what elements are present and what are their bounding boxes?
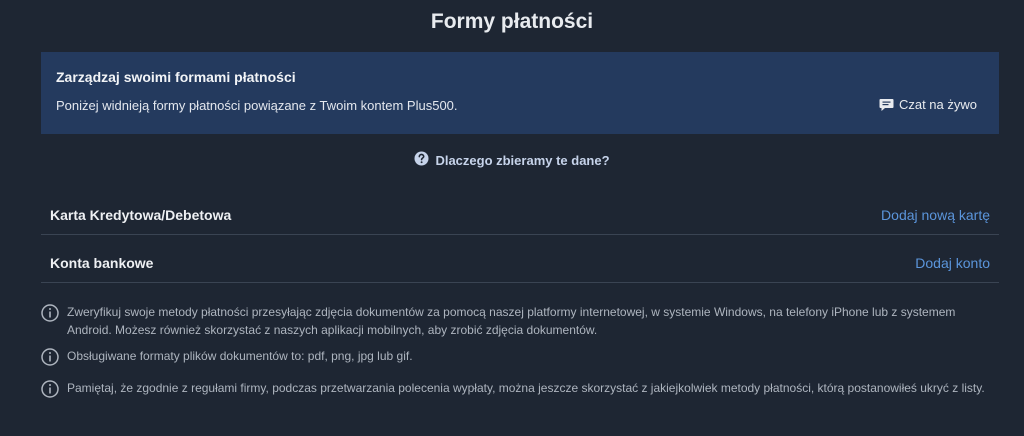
live-chat-label: Czat na żywo [898, 97, 977, 112]
info-icon [41, 380, 59, 403]
info-icon [41, 304, 59, 327]
page-title: Formy płatności [430, 10, 594, 33]
method-row-card: Karta Kredytowa/Debetowa Dodaj nową kart… [41, 195, 999, 235]
info-note-text: Pamiętaj, że zgodnie z regułami firmy, p… [67, 381, 985, 395]
why-collect-data-link[interactable]: Dlaczego zbieramy te dane? [0, 151, 1024, 169]
method-label: Karta Kredytowa/Debetowa [50, 207, 232, 223]
info-note: Obsługiwane formaty plików dokumentów to… [41, 347, 1001, 371]
add-account-link[interactable]: Dodaj konto [915, 255, 990, 271]
payment-info-banner: Zarządzaj swoimi formami płatności Poniż… [41, 52, 999, 134]
banner-heading: Zarządzaj swoimi formami płatności [56, 69, 296, 85]
info-icon [41, 348, 59, 371]
question-icon [414, 151, 429, 169]
why-collect-data-label: Dlaczego zbieramy te dane? [435, 152, 610, 168]
method-row-bank: Konta bankowe Dodaj konto [41, 243, 999, 283]
chat-icon [879, 98, 894, 112]
banner-description: Poniżej widnieją formy płatności powiąza… [56, 98, 458, 113]
method-label: Konta bankowe [50, 255, 154, 271]
info-note-text: Obsługiwane formaty plików dokumentów to… [67, 349, 413, 363]
info-note: Zweryfikuj swoje metody płatności przesy… [41, 303, 1001, 339]
info-note: Pamiętaj, że zgodnie z regułami firmy, p… [41, 379, 1001, 403]
info-note-text: Zweryfikuj swoje metody płatności przesy… [67, 305, 956, 337]
add-card-link[interactable]: Dodaj nową kartę [881, 207, 990, 223]
live-chat-button[interactable]: Czat na żywo [879, 97, 977, 112]
info-notes: Zweryfikuj swoje metody płatności przesy… [41, 303, 1001, 411]
